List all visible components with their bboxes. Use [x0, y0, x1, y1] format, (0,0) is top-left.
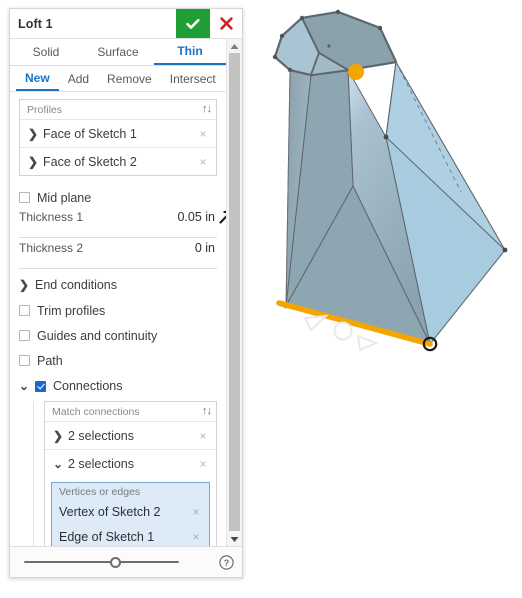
flip-triangle-right-icon — [356, 334, 379, 352]
scrollbar-thumb[interactable] — [229, 53, 240, 531]
remove-edge-icon[interactable]: × — [189, 531, 203, 543]
connections-label: Connections — [53, 379, 123, 393]
profiles-header-label: Profiles — [27, 103, 63, 116]
profile-row-2[interactable]: ❯ Face of Sketch 2 × — [20, 147, 216, 175]
match-connection-label-1: 2 selections — [68, 428, 135, 443]
chevron-right-icon[interactable]: ❯ — [26, 156, 40, 168]
thickness-1-field[interactable]: Thickness 1 0.05 in — [19, 210, 226, 238]
thickness-1-value[interactable]: 0.05 in — [83, 210, 217, 224]
chevron-right-icon[interactable]: ❯ — [19, 278, 35, 292]
match-connection-row-2[interactable]: ⌄ 2 selections × — [45, 449, 216, 477]
match-connections-header: Match connections ↑↓ — [45, 402, 216, 421]
match-connection-label-2: 2 selections — [68, 456, 135, 471]
path-label: Path — [37, 353, 63, 368]
vertices-or-edges-item-2[interactable]: Edge of Sketch 1 × — [52, 524, 209, 546]
remove-profile-2-icon[interactable]: × — [196, 156, 210, 168]
page-title: Loft 1 — [18, 16, 53, 31]
connections-checkbox[interactable] — [35, 380, 46, 392]
help-button[interactable]: ? — [219, 554, 234, 570]
remove-match-connection-2-icon[interactable]: × — [196, 458, 210, 470]
tab-remove[interactable]: Remove — [98, 66, 161, 91]
tab-thin[interactable]: Thin — [154, 39, 226, 65]
profile-label-1: Face of Sketch 1 — [43, 126, 137, 141]
chevron-down-icon — [230, 536, 239, 542]
dialog-body-wrap: Solid Surface Thin New Add Remove Inters… — [10, 39, 242, 546]
vertices-or-edges-header: Vertices or edges — [59, 486, 141, 498]
slider-track — [24, 561, 179, 563]
trim-profiles-row[interactable]: Trim profiles — [19, 298, 217, 323]
thickness-2-label: Thickness 2 — [19, 241, 84, 255]
tabs-secondary: New Add Remove Intersect — [10, 66, 226, 92]
remove-profile-1-icon[interactable]: × — [196, 128, 210, 140]
scroll-down-button[interactable] — [227, 532, 242, 546]
thickness-2-field[interactable]: Thickness 2 0 in — [19, 241, 217, 269]
sort-icon[interactable]: ↑↓ — [202, 406, 212, 417]
help-icon: ? — [219, 554, 234, 570]
guides-continuity-checkbox[interactable] — [19, 330, 30, 341]
remove-vertex-icon[interactable]: × — [189, 506, 203, 518]
flip-triangle-left-icon — [303, 314, 329, 332]
thickness-2-value[interactable]: 0 in — [83, 241, 217, 255]
match-connection-row-1[interactable]: ❯ 2 selections × — [45, 421, 216, 449]
flip-direction-button[interactable] — [215, 209, 226, 232]
path-checkbox[interactable] — [19, 355, 30, 366]
profile-row-1[interactable]: ❯ Face of Sketch 1 × — [20, 119, 216, 147]
dialog-content: Profiles ↑↓ ❯ Face of Sketch 1 × ❯ Face … — [10, 92, 226, 546]
match-connections-header-label: Match connections — [52, 405, 140, 418]
dialog-scrollbar[interactable] — [226, 39, 242, 546]
accept-button[interactable] — [176, 9, 210, 38]
chevron-down-icon[interactable]: ⌄ — [19, 379, 35, 393]
flip-arrow-icon — [219, 210, 226, 224]
chevron-right-icon[interactable]: ❯ — [26, 128, 40, 140]
tab-add[interactable]: Add — [59, 66, 98, 91]
scroll-up-button[interactable] — [227, 39, 242, 53]
guides-continuity-label: Guides and continuity — [37, 328, 158, 343]
vertices-or-edges-box: Vertices or edges Vertex of Sketch 2 × E… — [51, 482, 210, 546]
profiles-header: Profiles ↑↓ — [20, 100, 216, 119]
mid-plane-checkbox[interactable] — [19, 192, 30, 203]
profile-label-2: Face of Sketch 2 — [43, 154, 137, 169]
close-icon — [219, 17, 233, 30]
loft-solid-preview — [272, 9, 508, 352]
dialog-footer: ? — [10, 546, 242, 577]
tab-intersect[interactable]: Intersect — [161, 66, 225, 91]
tab-solid[interactable]: Solid — [10, 39, 82, 65]
slider-knob[interactable] — [110, 556, 121, 568]
cancel-button[interactable] — [210, 9, 242, 38]
selected-vertex-marker[interactable] — [348, 64, 364, 80]
mid-plane-row[interactable]: Mid plane — [19, 185, 217, 210]
dialog-body: Solid Surface Thin New Add Remove Inters… — [10, 39, 226, 546]
guides-continuity-row[interactable]: Guides and continuity — [19, 323, 217, 348]
end-conditions-label: End conditions — [35, 278, 118, 292]
trim-profiles-label: Trim profiles — [37, 303, 106, 318]
chevron-up-icon — [230, 43, 239, 49]
flip-circle-icon — [333, 321, 353, 341]
profiles-selection-box: Profiles ↑↓ ❯ Face of Sketch 1 × ❯ Face … — [19, 99, 217, 176]
chevron-down-icon[interactable]: ⌄ — [51, 458, 65, 470]
connections-row[interactable]: ⌄ Connections — [19, 373, 217, 399]
tabs-primary: Solid Surface Thin — [10, 39, 226, 66]
match-connections-box: Match connections ↑↓ ❯ 2 selections × ⌄ … — [44, 401, 217, 546]
remove-match-connection-1-icon[interactable]: × — [196, 430, 210, 442]
match-connections-group: Match connections ↑↓ ❯ 2 selections × ⌄ … — [33, 401, 217, 546]
chevron-right-icon[interactable]: ❯ — [51, 430, 65, 442]
vertices-or-edges-label-1: Vertex of Sketch 2 — [59, 504, 161, 519]
mid-plane-label: Mid plane — [37, 190, 92, 205]
tab-surface[interactable]: Surface — [82, 39, 154, 65]
opacity-slider[interactable] — [18, 555, 219, 569]
tab-new[interactable]: New — [16, 66, 59, 91]
loft-dialog: Loft 1 Solid Surface Thin New Add Remove… — [9, 8, 243, 578]
sort-icon[interactable]: ↑↓ — [202, 104, 212, 115]
model-top-cap — [272, 9, 398, 77]
check-icon — [186, 18, 200, 29]
thickness-1-label: Thickness 1 — [19, 210, 84, 224]
svg-text:?: ? — [224, 558, 230, 568]
path-row[interactable]: Path — [19, 348, 217, 373]
model-viewport[interactable] — [248, 0, 522, 380]
end-conditions-row[interactable]: ❯ End conditions — [19, 272, 217, 298]
vertices-or-edges-item-1[interactable]: Vertex of Sketch 2 × — [52, 499, 209, 524]
vertices-or-edges-label-2: Edge of Sketch 1 — [59, 529, 155, 544]
dialog-title-bar: Loft 1 — [10, 9, 242, 39]
trim-profiles-checkbox[interactable] — [19, 305, 30, 316]
